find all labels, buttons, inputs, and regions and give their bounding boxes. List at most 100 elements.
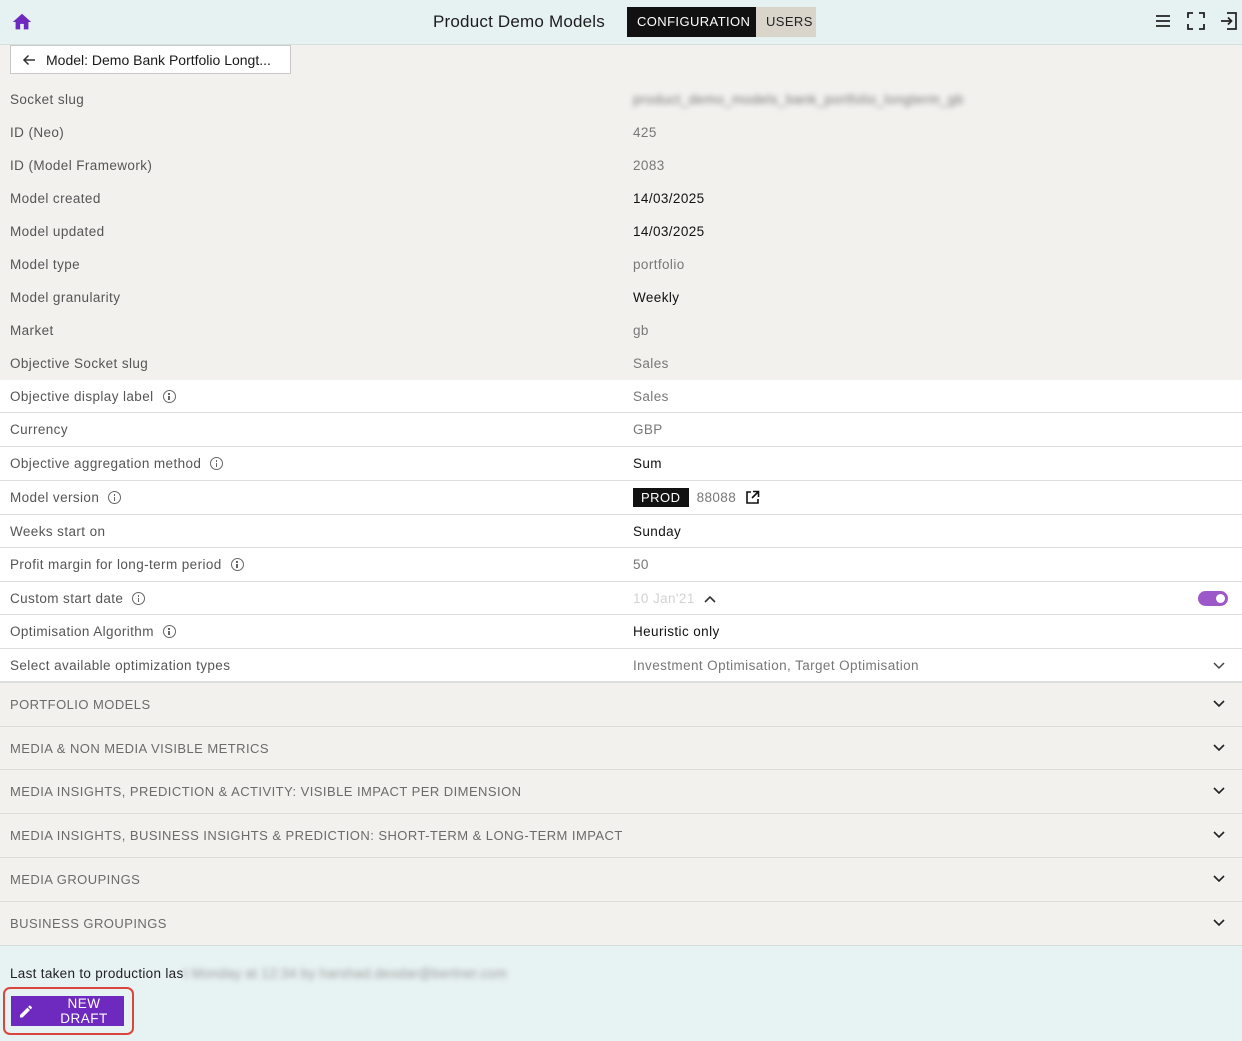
setting-label: Custom start date — [10, 582, 146, 615]
detail-value: 2083 — [633, 158, 665, 173]
detail-label: Model type — [10, 257, 81, 272]
section-media-non-media-metrics[interactable]: MEDIA & NON MEDIA VISIBLE METRICS — [0, 726, 1242, 770]
detail-label: ID (Model Framework) — [10, 158, 153, 173]
setting-row-objective-display-label[interactable]: Objective display label Sales — [0, 380, 1242, 413]
setting-label: Objective display label — [10, 380, 176, 413]
custom-start-date-value: 10 Jan'21 — [633, 591, 695, 606]
detail-row-model-created: Model created 14/03/2025 — [0, 182, 1242, 215]
prod-badge: PROD — [633, 488, 689, 507]
info-icon[interactable] — [210, 457, 224, 470]
detail-value: portfolio — [633, 257, 685, 272]
logout-icon[interactable] — [1219, 11, 1239, 31]
detail-value: Weekly — [633, 290, 680, 305]
section-short-long-term-impact[interactable]: MEDIA INSIGHTS, BUSINESS INSIGHTS & PRED… — [0, 813, 1242, 857]
detail-label: Model created — [10, 191, 101, 206]
detail-value: 14/03/2025 — [633, 191, 705, 206]
section-visible-impact-per-dimension[interactable]: MEDIA INSIGHTS, PREDICTION & ACTIVITY: V… — [0, 769, 1242, 813]
last-taken-details: t Monday at 12:34 by harshad.deodar@bert… — [183, 966, 508, 981]
detail-row-objective-socket-slug: Objective Socket slug Sales — [0, 347, 1242, 380]
setting-row-optimization-types[interactable]: Select available optimization types Inve… — [0, 649, 1242, 682]
new-draft-label: NEW DRAFT — [60, 996, 108, 1026]
setting-row-weeks-start-on[interactable]: Weeks start on Sunday — [0, 515, 1242, 548]
custom-start-date-picker[interactable]: 10 Jan'21 — [633, 582, 716, 615]
chevron-down-icon[interactable] — [1213, 700, 1225, 708]
chevron-down-icon[interactable] — [1213, 831, 1225, 839]
info-icon[interactable] — [162, 390, 176, 403]
section-title: PORTFOLIO MODELS — [10, 697, 151, 712]
custom-start-date-toggle[interactable] — [1198, 591, 1228, 606]
setting-value[interactable]: Sunday — [633, 515, 681, 548]
setting-row-optimisation-algorithm[interactable]: Optimisation Algorithm Heuristic only — [0, 615, 1242, 649]
setting-label: Select available optimization types — [10, 658, 231, 673]
detail-row-model-granularity: Model granularity Weekly — [0, 281, 1242, 314]
setting-value[interactable]: Sales — [633, 380, 669, 413]
arrow-left-icon — [22, 54, 35, 65]
setting-row-currency[interactable]: Currency GBP — [0, 413, 1242, 447]
detail-label: Objective Socket slug — [10, 356, 149, 371]
last-taken-to-production: Last taken to production las t Monday at… — [10, 966, 508, 981]
tab-users[interactable]: USERS — [756, 7, 816, 37]
detail-label: Socket slug — [10, 92, 85, 107]
detail-value: product_demo_models_bank_portfolio_longt… — [633, 92, 964, 107]
pencil-icon — [20, 1004, 33, 1018]
setting-label: Currency — [10, 422, 68, 437]
footer-bar: Last taken to production las t Monday at… — [0, 945, 1242, 1041]
setting-value[interactable]: 50 — [633, 548, 649, 581]
setting-label: Model version — [10, 481, 122, 514]
chevron-down-icon[interactable] — [1213, 919, 1225, 927]
section-title: BUSINESS GROUPINGS — [10, 916, 167, 931]
info-icon[interactable] — [230, 558, 244, 571]
setting-row-custom-start-date[interactable]: Custom start date 10 Jan'21 — [0, 582, 1242, 615]
tab-configuration[interactable]: CONFIGURATION — [627, 7, 756, 37]
fullscreen-icon[interactable] — [1186, 11, 1206, 31]
chevron-down-icon[interactable] — [1213, 875, 1225, 883]
section-title: MEDIA INSIGHTS, PREDICTION & ACTIVITY: V… — [10, 784, 522, 799]
detail-row-socket-slug: Socket slug product_demo_models_bank_por… — [0, 83, 1242, 116]
new-draft-button[interactable]: NEW DRAFT — [11, 996, 124, 1026]
detail-label: ID (Neo) — [10, 125, 65, 140]
setting-value: PROD 88088 — [633, 481, 760, 514]
optimization-types-select[interactable]: Investment Optimisation, Target Optimisa… — [633, 649, 919, 682]
detail-row-id-model-framework: ID (Model Framework) 2083 — [0, 149, 1242, 182]
setting-label: Optimisation Algorithm — [10, 615, 176, 648]
setting-row-profit-margin[interactable]: Profit margin for long-term period 50 — [0, 548, 1242, 582]
section-title: MEDIA GROUPINGS — [10, 872, 141, 887]
detail-value: gb — [633, 323, 649, 338]
info-icon[interactable] — [132, 592, 146, 605]
setting-value[interactable]: Sum — [633, 447, 662, 480]
section-title: MEDIA & NON MEDIA VISIBLE METRICS — [10, 741, 270, 756]
detail-label: Market — [10, 323, 54, 338]
detail-row-model-updated: Model updated 14/03/2025 — [0, 215, 1242, 248]
app-title: Product Demo Models — [433, 12, 605, 31]
chevron-down-icon[interactable] — [1213, 662, 1225, 670]
detail-row-market: Market gb — [0, 314, 1242, 347]
menu-icon[interactable] — [1153, 11, 1173, 31]
setting-value[interactable]: Heuristic only — [633, 615, 720, 648]
home-icon[interactable] — [11, 11, 33, 33]
setting-label: Profit margin for long-term period — [10, 548, 244, 581]
external-link-icon[interactable] — [745, 490, 760, 505]
top-bar: Product Demo Models CONFIGURATION USERS — [0, 0, 1242, 45]
detail-value: Sales — [633, 356, 669, 371]
info-icon[interactable] — [162, 625, 176, 638]
chevron-down-icon[interactable] — [1213, 744, 1225, 752]
setting-value[interactable]: GBP — [633, 413, 663, 446]
setting-row-objective-aggregation-method[interactable]: Objective aggregation method Sum — [0, 447, 1242, 481]
detail-row-model-type: Model type portfolio — [0, 248, 1242, 281]
back-to-model-button[interactable]: Model: Demo Bank Portfolio Longt... — [10, 45, 291, 74]
section-portfolio-models[interactable]: PORTFOLIO MODELS — [0, 682, 1242, 726]
info-icon[interactable] — [108, 491, 122, 504]
back-button-label: Model: Demo Bank Portfolio Longt... — [46, 51, 271, 68]
setting-row-model-version[interactable]: Model version PROD 88088 — [0, 481, 1242, 515]
detail-label: Model granularity — [10, 290, 121, 305]
detail-value: 425 — [633, 125, 657, 140]
setting-label: Weeks start on — [10, 524, 106, 539]
section-media-groupings[interactable]: MEDIA GROUPINGS — [0, 857, 1242, 901]
section-business-groupings[interactable]: BUSINESS GROUPINGS — [0, 901, 1242, 945]
chevron-down-icon[interactable] — [1213, 787, 1225, 795]
setting-label: Objective aggregation method — [10, 447, 224, 480]
model-version-number: 88088 — [696, 490, 737, 505]
chevron-up-icon[interactable] — [704, 595, 716, 603]
detail-row-id-neo: ID (Neo) 425 — [0, 116, 1242, 149]
section-title: MEDIA INSIGHTS, BUSINESS INSIGHTS & PRED… — [10, 828, 623, 843]
